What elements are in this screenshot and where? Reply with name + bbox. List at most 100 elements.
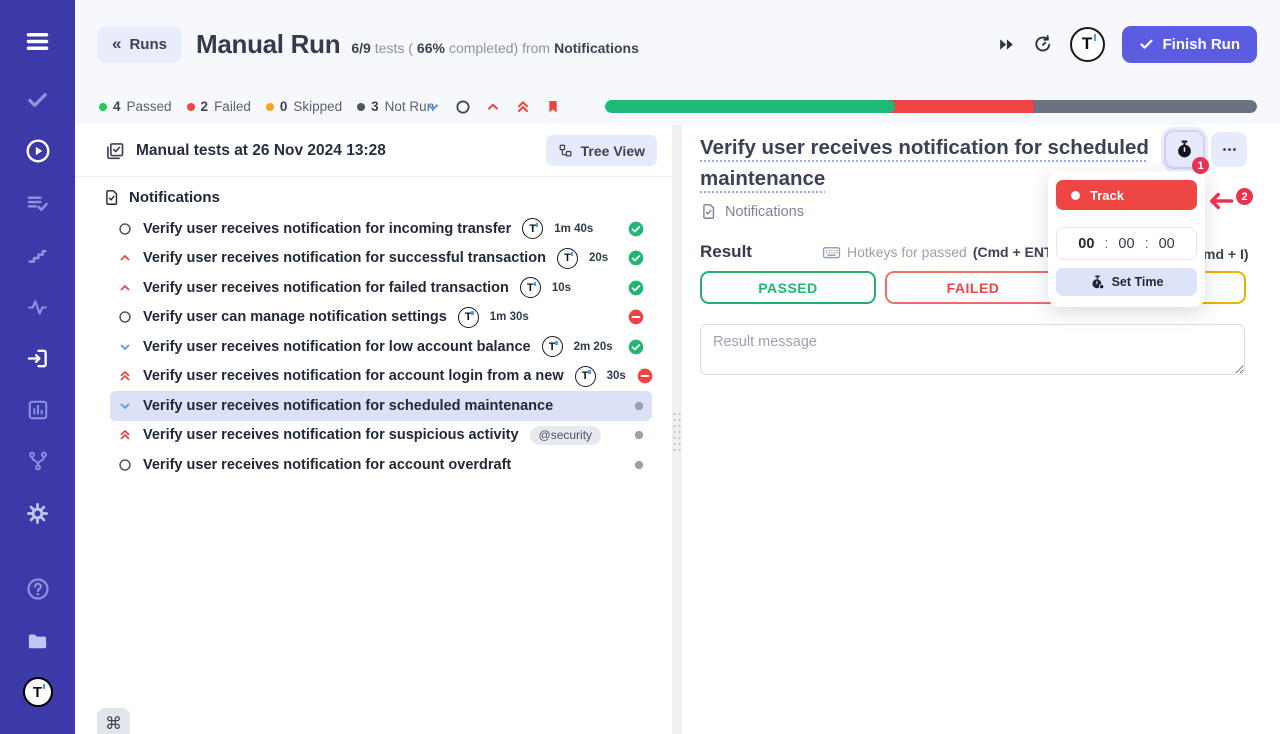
topbar-actions: T Finish Run: [997, 26, 1258, 63]
stopwatch-button[interactable]: 1: [1164, 130, 1205, 169]
annotation-step-2-badge: 2: [1236, 188, 1253, 205]
test-status: [634, 460, 644, 470]
sidebar-item-check[interactable]: [0, 89, 75, 112]
file-check-icon: [700, 203, 717, 220]
timer-popup: Track 00 : 00 : 00 Set Time: [1048, 171, 1205, 307]
time-seconds-field[interactable]: 00: [1159, 236, 1175, 252]
sidebar: T: [0, 0, 75, 734]
test-duration: 10s: [552, 282, 571, 294]
tests-count: 6/9: [351, 40, 370, 56]
sidebar-item-branch[interactable]: [0, 450, 75, 472]
test-status: [628, 309, 644, 325]
test-duration: 2m 20s: [574, 341, 613, 353]
double-chevron-left-icon: «: [112, 34, 121, 54]
back-to-runs-button[interactable]: « Runs: [97, 26, 182, 63]
sidebar-item-help[interactable]: [0, 577, 75, 601]
count-failed: 2Failed: [187, 99, 251, 114]
hotkeys-command-button[interactable]: ⌘: [97, 708, 130, 734]
track-button[interactable]: Track: [1056, 180, 1197, 210]
result-heading: Result: [700, 242, 752, 262]
passed-button[interactable]: PASSED: [700, 271, 876, 304]
filter-chevron-up-button[interactable]: [485, 99, 501, 115]
test-row[interactable]: Verify user can manage notification sett…: [110, 303, 652, 333]
suite-group-row[interactable]: Notifications: [103, 189, 672, 206]
logo-icon: T: [520, 277, 541, 298]
test-row[interactable]: Verify user receives notification for ac…: [110, 450, 652, 480]
logo-icon: T: [575, 366, 596, 387]
sidebar-item-gear[interactable]: [0, 502, 75, 525]
time-minutes-field[interactable]: 00: [1118, 236, 1134, 252]
steps-icon: [27, 245, 48, 266]
sidebar-item-folder[interactable]: [0, 630, 75, 653]
breadcrumb[interactable]: Notifications: [700, 203, 804, 220]
hotkeys-prefix: Hotkeys for passed: [847, 244, 967, 260]
filter-bookmark-button[interactable]: [545, 99, 561, 115]
test-row-title: Verify user receives notification for ac…: [143, 368, 564, 384]
check-icon: [26, 89, 49, 112]
test-row[interactable]: Verify user receives notification for lo…: [110, 332, 652, 362]
fast-forward-icon: [997, 35, 1016, 54]
test-row[interactable]: Verify user receives notification for sc…: [110, 391, 652, 421]
detail-actions: 1: [1164, 130, 1247, 169]
sidebar-item-login[interactable]: [0, 347, 75, 370]
dot-icon: [634, 430, 644, 440]
track-label: Track: [1090, 188, 1124, 203]
filter-chevrons-up-button[interactable]: [515, 99, 531, 115]
test-row[interactable]: Verify user receives notification for su…: [110, 244, 652, 274]
finish-run-button[interactable]: Finish Run: [1122, 26, 1258, 63]
time-input[interactable]: 00 : 00 : 00: [1056, 227, 1197, 260]
ellipsis-icon: [1221, 141, 1238, 158]
panel-resize-handle[interactable]: [672, 125, 682, 734]
test-row[interactable]: Verify user receives notification for su…: [110, 421, 652, 451]
failed-button[interactable]: FAILED: [885, 271, 1061, 304]
sidebar-item-logo[interactable]: T: [0, 677, 75, 707]
stopwatch-icon: [1175, 140, 1194, 159]
minus-circle-icon: [628, 309, 644, 325]
check-icon: [1139, 37, 1154, 52]
time-hours-field[interactable]: 00: [1078, 236, 1094, 252]
test-row[interactable]: Verify user receives notification for ac…: [110, 362, 652, 392]
test-row[interactable]: Verify user receives notification for fa…: [110, 273, 652, 303]
test-status: [637, 368, 653, 384]
sidebar-item-list-check[interactable]: [0, 192, 75, 215]
filter-icons: [425, 88, 561, 125]
chevron-up-icon: [485, 99, 501, 115]
test-row-title: Verify user receives notification for lo…: [143, 339, 531, 355]
test-duration: 30s: [607, 370, 626, 382]
more-options-button[interactable]: [1211, 132, 1247, 167]
sidebar-item-steps[interactable]: [0, 245, 75, 266]
result-message-input[interactable]: [700, 324, 1245, 375]
tree-view-label: Tree View: [581, 143, 645, 159]
tree-view-icon: [558, 143, 573, 158]
test-status: [634, 401, 644, 411]
fast-forward-button[interactable]: [997, 35, 1016, 54]
list-panel-header: Manual tests at 26 Nov 2024 13:28 Tree V…: [75, 125, 672, 177]
test-list: Verify user receives notification for in…: [75, 214, 672, 480]
completed-percent: 66%: [417, 40, 445, 56]
sidebar-item-activity[interactable]: [0, 297, 75, 318]
test-row-title: Verify user receives notification for in…: [143, 221, 511, 237]
app-logo-icon[interactable]: T: [1070, 27, 1105, 62]
status-row: 4Passed2Failed0Skipped3Not Run: [75, 88, 1280, 125]
filter-circle-button[interactable]: [455, 99, 471, 115]
sidebar-item-bar-chart[interactable]: [0, 399, 75, 421]
status-dot-icon: [99, 103, 107, 111]
set-time-button[interactable]: Set Time: [1056, 268, 1197, 296]
circle-icon: [118, 458, 132, 472]
time-separator: :: [1104, 236, 1108, 252]
tree-view-button[interactable]: Tree View: [546, 135, 657, 166]
sidebar-item-hamburger-menu[interactable]: [0, 28, 75, 55]
hotkeys-tail-fragment: md + I): [1203, 246, 1249, 262]
retry-timer-button[interactable]: [1033, 34, 1053, 54]
topbar: « Runs Manual Run 6/9 tests ( 66% comple…: [75, 0, 1280, 88]
dot-icon: [634, 401, 644, 411]
count-passed: 4Passed: [99, 99, 172, 114]
dot-icon: [634, 460, 644, 470]
test-status: [628, 221, 644, 237]
test-row[interactable]: Verify user receives notification for in…: [110, 214, 652, 244]
gear-icon: [26, 502, 49, 525]
test-duration: 20s: [589, 252, 608, 264]
sidebar-item-play-circle[interactable]: [0, 138, 75, 164]
filter-chevron-down-button[interactable]: [425, 99, 441, 115]
test-row-title: Verify user receives notification for su…: [143, 250, 546, 266]
